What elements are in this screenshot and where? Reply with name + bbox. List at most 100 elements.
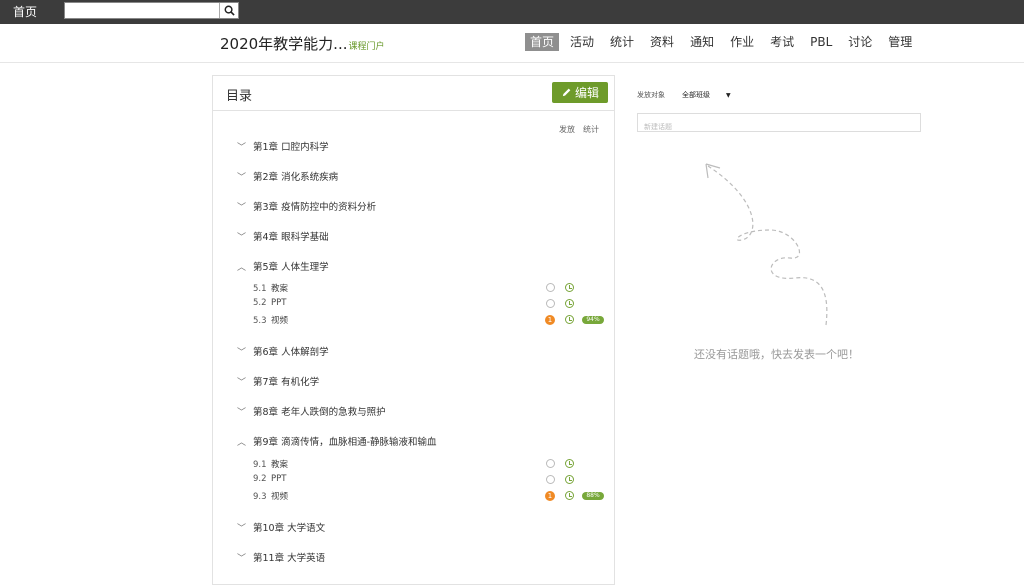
clock-icon[interactable] [565,475,574,484]
nav-exam[interactable]: 考试 [765,33,799,51]
course-nav: 首页 活动 统计 资料 通知 作业 考试 PBL 讨论 管理 [525,33,923,53]
target-select[interactable]: 全部班级 ▼ [682,90,731,100]
caret-down-icon: ▼ [726,92,731,99]
catalog-header: 目录 编辑 [213,76,614,111]
chapter-title: 第10章 大学语文 [253,523,326,534]
progress-badge: 88% [582,492,604,500]
nav-materials[interactable]: 资料 [645,33,679,51]
chapter-title: 第1章 口腔内科学 [253,142,329,153]
chevron-down-icon[interactable]: ﹀ [237,375,249,388]
publish-status-icon[interactable] [546,299,555,308]
course-title: 2020年教学能力...课程门户 [220,33,385,54]
chapter-title: 第8章 老年人跌倒的急救与照护 [253,407,386,418]
chapter-2[interactable]: ﹀ 第2章 消化系统疾病 [237,169,338,183]
chevron-down-icon[interactable]: ﹀ [237,405,249,418]
chapter-title: 第3章 疫情防控中的资料分析 [253,202,377,213]
search-icon [224,5,235,16]
edit-button[interactable]: 编辑 [552,82,608,103]
section-5-3[interactable]: 5.3 视频 [253,314,288,326]
chapter-title: 第6章 人体解剖学 [253,347,329,358]
section-name: PPT [271,474,287,484]
chapter-4[interactable]: ﹀ 第4章 眼科学基础 [237,229,329,243]
section-9-2[interactable]: 9.2 PPT [253,474,286,484]
new-topic-input[interactable] [638,119,914,136]
new-topic-field[interactable] [637,113,921,136]
publish-status-icon[interactable] [546,475,555,484]
section-name: 视频 [271,492,289,502]
chevron-down-icon[interactable]: ﹀ [237,140,249,153]
section-name: 视频 [271,316,289,326]
chapter-9[interactable]: ︿ 第9章 滴滴传情，血脉相通-静脉输液和输血 [237,434,437,448]
chevron-down-icon[interactable]: ﹀ [237,521,249,534]
publish-status-icon[interactable] [546,283,555,292]
section-9-1[interactable]: 9.1 教案 [253,458,288,470]
target-label: 发放对象 [637,91,665,99]
chevron-up-icon[interactable]: ︿ [237,260,249,273]
col-publish: 发放 [559,125,575,134]
chevron-down-icon[interactable]: ﹀ [237,551,249,564]
section-name: 教案 [271,460,289,470]
section-num: 9.3 [253,492,267,502]
course-header: 2020年教学能力...课程门户 首页 活动 统计 资料 通知 作业 考试 PB… [0,24,1024,63]
chevron-down-icon[interactable]: ﹀ [237,170,249,183]
nav-home[interactable]: 首页 [525,33,560,51]
section-9-3[interactable]: 9.3 视频 [253,490,288,502]
clock-icon[interactable] [565,299,574,308]
chevron-down-icon[interactable]: ﹀ [237,230,249,243]
clock-icon[interactable] [565,315,574,324]
section-num: 9.1 [253,460,267,470]
course-title-text: 2020年教学能力... [220,35,348,53]
catalog-title: 目录 [226,89,253,104]
task-count-badge: 1 [545,315,555,325]
chapter-5[interactable]: ︿ 第5章 人体生理学 [237,259,329,273]
chapter-title: 第2章 消化系统疾病 [253,172,339,183]
home-link[interactable]: 首页 [13,3,37,20]
chapter-7[interactable]: ﹀ 第7章 有机化学 [237,374,319,388]
section-name: 教案 [271,284,289,294]
clock-icon[interactable] [565,491,574,500]
nav-activity[interactable]: 活动 [565,33,599,51]
clock-icon[interactable] [565,459,574,468]
dashed-arrow-icon [705,163,828,326]
chevron-up-icon[interactable]: ︿ [237,435,249,448]
search-input[interactable] [67,3,217,18]
chapter-11[interactable]: ﹀ 第11章 大学英语 [237,550,325,564]
nav-homework[interactable]: 作业 [725,33,759,51]
pencil-icon [562,88,571,97]
section-5-1[interactable]: 5.1 教案 [253,282,288,294]
chevron-down-icon[interactable]: ﹀ [237,200,249,213]
chapter-1[interactable]: ﹀ 第1章 口腔内科学 [237,139,329,153]
chapter-title: 第4章 眼科学基础 [253,232,329,243]
edit-button-label: 编辑 [574,86,599,100]
section-num: 5.1 [253,284,267,294]
empty-message: 还没有话题哦，快去发表一个吧！ [694,348,859,361]
publish-status-icon[interactable] [546,459,555,468]
search-button[interactable] [219,3,238,18]
section-5-2[interactable]: 5.2 PPT [253,298,286,308]
nav-discussion[interactable]: 讨论 [843,33,877,51]
section-num: 5.2 [253,298,267,308]
task-count-badge: 1 [545,491,555,501]
chevron-down-icon[interactable]: ﹀ [237,345,249,358]
chapter-10[interactable]: ﹀ 第10章 大学语文 [237,520,325,534]
catalog-panel: 目录 编辑 发放 统计 ﹀ 第1章 口腔内科学 ﹀ 第2章 消化系统疾病 ﹀ 第3章 疫… [212,75,615,585]
chapter-6[interactable]: ﹀ 第6章 人体解剖学 [237,344,329,358]
catalog-column-heads: 发放 统计 [559,124,599,135]
nav-manage[interactable]: 管理 [883,33,917,51]
nav-stats[interactable]: 统计 [605,33,639,51]
clock-icon[interactable] [565,283,574,292]
chapter-title: 第5章 人体生理学 [253,262,329,273]
progress-badge: 94% [582,316,604,324]
col-stats: 统计 [583,125,599,134]
nav-notice[interactable]: 通知 [685,33,719,51]
chapter-8[interactable]: ﹀ 第8章 老年人跌倒的急救与照护 [237,404,386,418]
nav-pbl[interactable]: PBL [805,33,837,51]
chapter-title: 第9章 滴滴传情，血脉相通-静脉输液和输血 [253,437,437,448]
search-box[interactable] [64,2,239,19]
section-num: 9.2 [253,474,267,484]
course-portal-link[interactable]: 课程门户 [348,42,384,52]
chapter-title: 第7章 有机化学 [253,377,320,388]
chapter-title: 第11章 大学英语 [253,553,326,564]
chapter-3[interactable]: ﹀ 第3章 疫情防控中的资料分析 [237,199,376,213]
target-select-value: 全部班级 [682,91,710,99]
